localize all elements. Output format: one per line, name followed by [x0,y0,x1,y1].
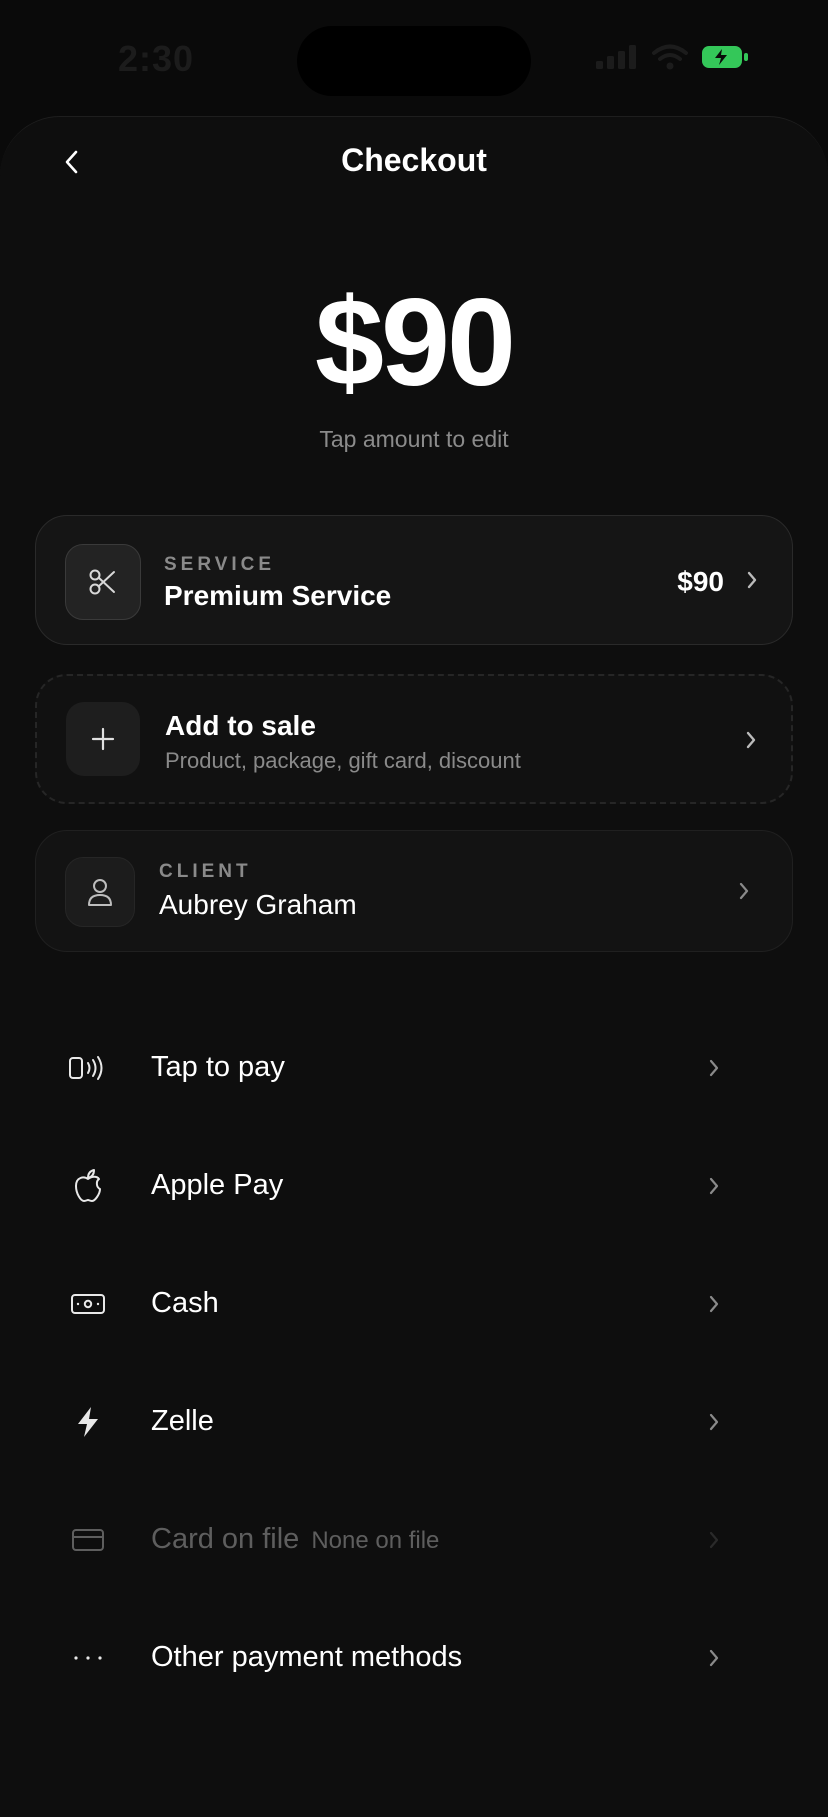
bolt-icon [68,1402,108,1442]
status-time: 2:30 [118,38,195,79]
more-icon [68,1638,108,1678]
payment-label: Cash [151,1287,219,1319]
payment-method-card-on-file: Card on file None on file [60,1495,768,1585]
card-icon [68,1520,108,1560]
payment-method-zelle[interactable]: Zelle [60,1377,768,1467]
add-to-sale-subtitle: Product, package, gift card, discount [165,748,521,773]
wifi-icon [652,44,688,70]
battery-icon [702,46,748,68]
service-kicker: SERVICE [164,554,276,575]
status-bar: 2:30 [0,0,828,120]
signal-icon [596,45,636,69]
chevron-right-icon [702,1410,726,1434]
dynamic-island [297,26,531,96]
service-card[interactable]: SERVICE Premium Service $90 [35,515,793,645]
chevron-right-icon [746,731,756,749]
add-to-sale-chevron [739,728,763,752]
amount-display[interactable]: $90 [0,272,828,414]
payment-label: Zelle [151,1405,214,1437]
client-chevron [732,879,756,903]
chevron-right-icon [702,1646,726,1670]
plus-icon [91,727,115,751]
chevron-right-icon [702,1174,726,1198]
page-title: Checkout [341,142,487,178]
payment-method-tap-to-pay[interactable]: Tap to pay [60,1023,768,1113]
service-name: Premium Service [164,580,392,611]
amount-hint: Tap amount to edit [319,426,509,452]
payment-label: Tap to pay [151,1051,285,1083]
service-icon-box [65,544,141,620]
payment-label: Apple Pay [151,1169,284,1201]
payment-method-other[interactable]: Other payment methods [60,1613,768,1703]
scissors-icon [89,569,115,595]
payment-sub: None on file [311,1527,440,1554]
apple-icon [68,1166,108,1206]
status-icons [596,44,748,70]
payment-label: Other payment methods [151,1641,463,1673]
chevron-right-icon [702,1528,726,1552]
add-to-sale-title: Add to sale [165,710,316,741]
cash-icon [68,1284,108,1324]
chevron-right-icon [702,1292,726,1316]
service-price: $90 [677,566,724,597]
contactless-phone-icon [68,1048,108,1088]
client-card[interactable]: CLIENT Aubrey Graham [35,830,793,952]
payment-method-cash[interactable]: Cash [60,1259,768,1349]
client-name: Aubrey Graham [159,889,357,920]
add-to-sale-card[interactable]: Add to sale Product, package, gift card,… [35,674,793,804]
client-icon-box [65,857,135,927]
chevron-right-icon [739,882,749,900]
payment-label: Card on file None on file [151,1523,440,1555]
add-icon-box [66,702,140,776]
chevron-right-icon [702,1056,726,1080]
service-chevron [740,568,764,592]
payment-method-apple-pay[interactable]: Apple Pay [60,1141,768,1231]
chevron-right-icon [747,571,757,589]
person-icon [88,879,112,906]
client-kicker: CLIENT [159,861,252,882]
